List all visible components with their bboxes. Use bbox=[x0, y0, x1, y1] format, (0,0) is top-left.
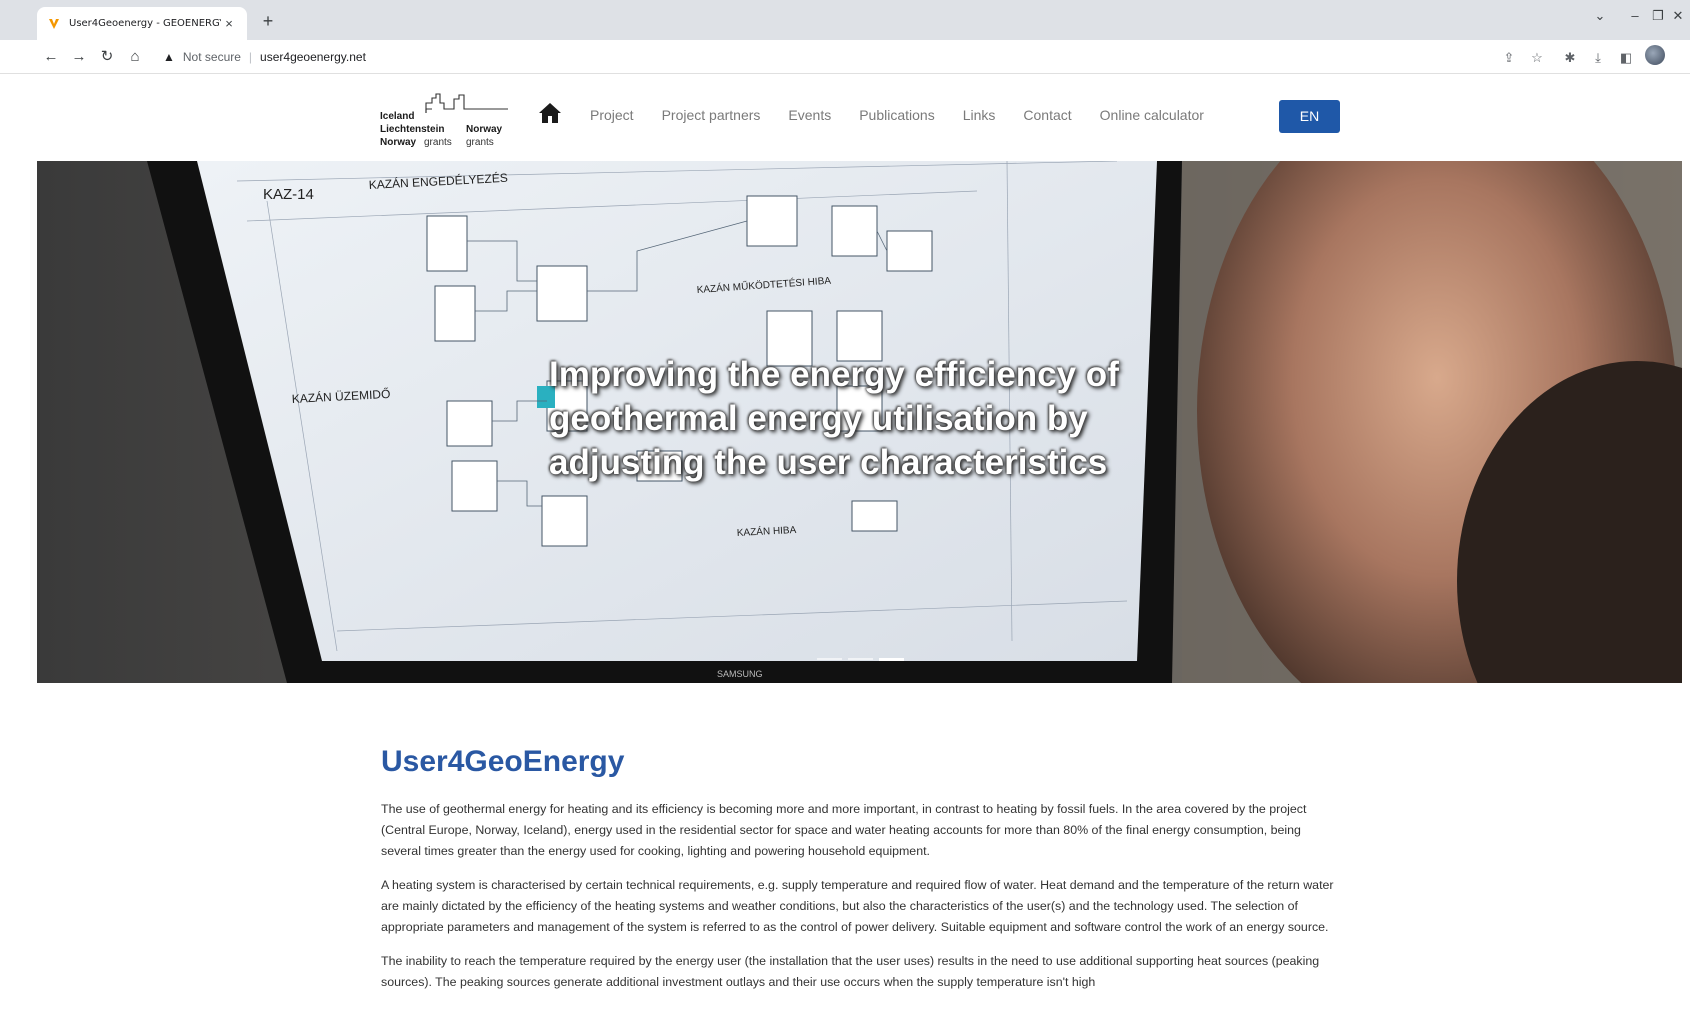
intro-paragraph-1: The use of geothermal energy for heating… bbox=[381, 802, 1307, 858]
share-icon[interactable]: ⇪ bbox=[1500, 49, 1518, 67]
url-text[interactable]: user4geoenergy.net bbox=[260, 50, 366, 64]
back-arrow-icon[interactable]: ← bbox=[40, 46, 62, 68]
browser-tab[interactable]: User4Geoenergy - GEOENERGY × bbox=[37, 7, 247, 40]
screen-label-kaz14: KAZ-14 bbox=[263, 186, 314, 203]
reload-icon[interactable]: ↻ bbox=[96, 46, 118, 68]
typo3-favicon-icon bbox=[49, 18, 59, 29]
carousel-dot-3-active[interactable] bbox=[879, 658, 904, 661]
nav-events[interactable]: Events bbox=[788, 107, 831, 123]
page-heading: User4GeoEnergy bbox=[381, 745, 625, 778]
nav-contact[interactable]: Contact bbox=[1023, 107, 1071, 123]
nav-publications[interactable]: Publications bbox=[859, 107, 935, 123]
nav-project-partners[interactable]: Project partners bbox=[662, 107, 761, 123]
forward-arrow-icon[interactable]: → bbox=[68, 46, 90, 68]
hero-title: Improving the energy efficiency of geoth… bbox=[549, 355, 1119, 482]
home-icon[interactable] bbox=[538, 102, 562, 124]
logo-liechtenstein: Liechtenstein bbox=[380, 124, 445, 135]
close-window-button[interactable]: ✕ bbox=[1668, 8, 1688, 24]
browser-tab-bar: User4Geoenergy - GEOENERGY × + ⌄ – ❐ ✕ bbox=[0, 0, 1690, 40]
minimize-button[interactable]: – bbox=[1625, 8, 1645, 23]
language-button[interactable]: EN bbox=[1279, 100, 1340, 133]
carousel-dot-2[interactable] bbox=[848, 658, 873, 660]
omnibox-divider: | bbox=[248, 50, 253, 64]
profile-avatar[interactable] bbox=[1645, 45, 1665, 65]
warning-icon[interactable]: ▲ bbox=[163, 50, 175, 64]
tab-close-icon[interactable]: × bbox=[221, 16, 237, 31]
address-bar[interactable]: ▲ Not secure | user4geoenergy.net bbox=[153, 44, 1443, 70]
logo-iceland: Iceland bbox=[380, 111, 415, 122]
restore-button[interactable]: ❐ bbox=[1648, 8, 1668, 24]
main-nav: Project Project partners Events Publicat… bbox=[590, 107, 1204, 123]
carousel-indicators bbox=[817, 658, 904, 661]
browser-toolbar: ← → ↻ ⌂ ▲ Not secure | user4geoenergy.ne… bbox=[0, 40, 1690, 74]
main-content: User4GeoEnergy The use of geothermal ene… bbox=[381, 745, 1341, 1006]
logo-grants-2: grants bbox=[466, 137, 494, 148]
nav-links[interactable]: Links bbox=[963, 107, 996, 123]
side-panel-icon[interactable]: ◧ bbox=[1617, 49, 1635, 67]
screen-label-brand: SAMSUNG bbox=[717, 669, 763, 679]
extensions-icon[interactable]: ✱ bbox=[1561, 49, 1579, 67]
home-browser-icon[interactable]: ⌂ bbox=[124, 46, 146, 68]
tab-title: User4Geoenergy - GEOENERGY bbox=[69, 18, 221, 29]
hero-carousel[interactable]: KAZ-14 KAZÁN ENGEDÉLYEZÉS KAZÁN MŰKÖDTET… bbox=[37, 161, 1682, 683]
logo-norway-2: Norway bbox=[380, 137, 417, 148]
intro-paragraph-3: The inability to reach the temperature r… bbox=[381, 954, 1320, 989]
logo-norway: Norway bbox=[466, 124, 503, 135]
security-label[interactable]: Not secure bbox=[183, 50, 241, 64]
download-icon[interactable]: ⤓ bbox=[1589, 49, 1607, 67]
new-tab-button[interactable]: + bbox=[256, 10, 280, 34]
tab-search-icon[interactable]: ⌄ bbox=[1590, 8, 1610, 24]
intro-paragraph-2: A heating system is characterised by cer… bbox=[381, 878, 1334, 934]
logo-grants: grants bbox=[424, 137, 452, 148]
carousel-dot-1[interactable] bbox=[817, 658, 842, 660]
nav-online-calculator[interactable]: Online calculator bbox=[1100, 107, 1204, 123]
eea-grants-logo[interactable]: Iceland Liechtenstein Norway Norway gran… bbox=[380, 89, 510, 148]
bookmark-star-icon[interactable]: ☆ bbox=[1528, 49, 1546, 67]
nav-project[interactable]: Project bbox=[590, 107, 634, 123]
site-header: Iceland Liechtenstein Norway Norway gran… bbox=[0, 75, 1690, 160]
